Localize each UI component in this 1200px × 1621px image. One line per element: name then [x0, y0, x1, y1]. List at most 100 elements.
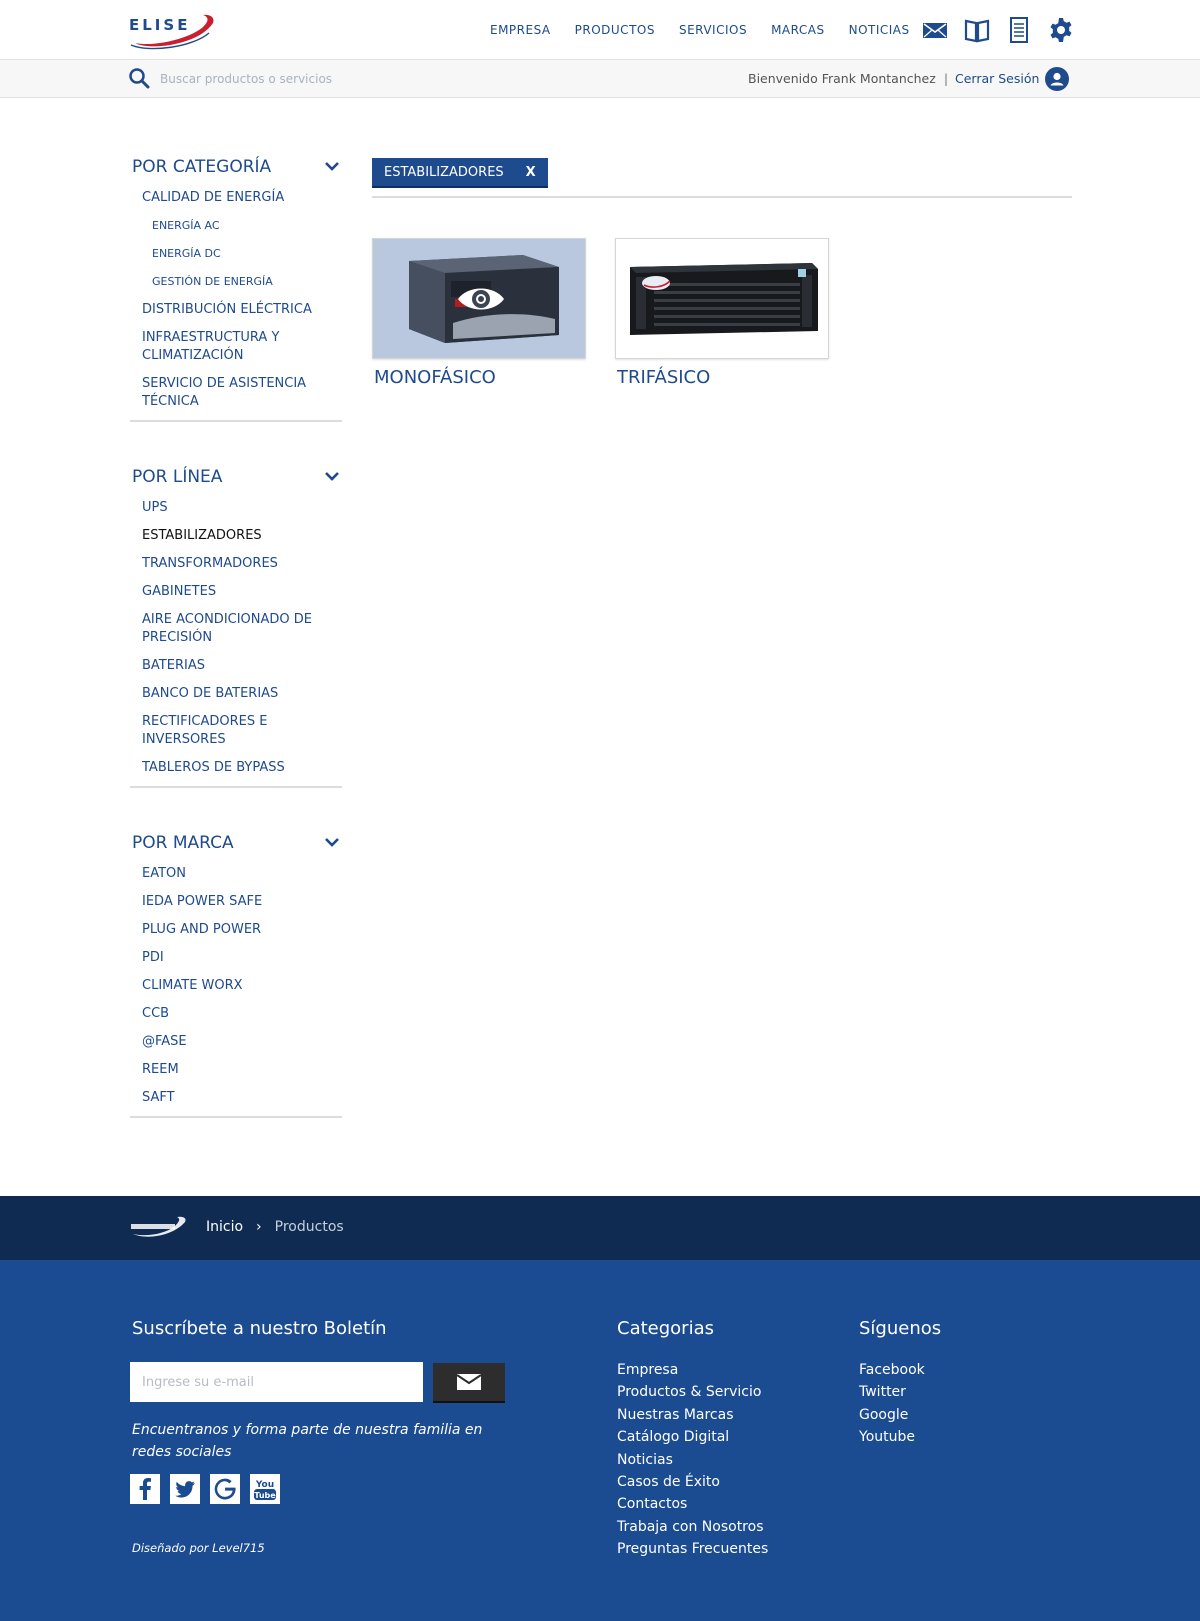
social-invite-text: Encuentranos y forma parte de nuestra fa…	[132, 1422, 483, 1460]
line-item-active[interactable]: ESTABILIZADORES	[130, 522, 342, 550]
product-card[interactable]: TRIFÁSICO	[615, 238, 829, 388]
category-item[interactable]: CALIDAD DE ENERGÍA	[130, 184, 342, 212]
logout-link[interactable]: Cerrar Sesión	[955, 71, 1039, 86]
youtube-icon[interactable]: You Tube	[250, 1474, 280, 1504]
social-icons: You Tube	[130, 1474, 290, 1504]
footer-category-link[interactable]: Casos de Éxito	[617, 1471, 768, 1493]
footer-category-link[interactable]: Preguntas Frecuentes	[617, 1538, 768, 1560]
filter-chip[interactable]: ESTABILIZADORES X	[372, 158, 548, 188]
facebook-icon[interactable]	[130, 1474, 160, 1504]
filter-brand-title: POR MARCA	[132, 833, 234, 853]
nav-empresa[interactable]: EMPRESA	[490, 23, 551, 37]
category-item[interactable]: DISTRIBUCIÓN ELÉCTRICA	[130, 296, 342, 324]
brand-item[interactable]: PDI	[130, 944, 342, 972]
category-subitem[interactable]: ENERGÍA AC	[130, 212, 342, 240]
remove-filter-button[interactable]: X	[526, 165, 536, 180]
chevron-down-icon[interactable]	[324, 158, 340, 174]
svg-text:Tube: Tube	[254, 1491, 276, 1500]
product-card[interactable]: MONOFÁSICO	[372, 238, 586, 388]
welcome-text: Bienvenido Frank Montanchez |	[748, 71, 956, 86]
line-item[interactable]: TABLEROS DE BYPASS	[130, 754, 342, 782]
follow-google-link[interactable]: Google	[859, 1404, 925, 1426]
brand-item[interactable]: EATON	[130, 860, 342, 888]
brand-item[interactable]: CCB	[130, 1000, 342, 1028]
footer-category-link[interactable]: Trabaja con Nosotros	[617, 1516, 768, 1538]
brand-item[interactable]: REEM	[130, 1056, 342, 1084]
document-icon[interactable]	[1006, 17, 1032, 43]
categories-title: Categorias	[617, 1318, 714, 1339]
newsletter-submit-button[interactable]	[433, 1363, 505, 1403]
footer-logo[interactable]	[129, 1212, 189, 1242]
footer-follow-list: Facebook Twitter Google Youtube	[859, 1359, 925, 1449]
mail-icon[interactable]	[922, 17, 948, 43]
welcome-separator: |	[943, 71, 949, 86]
footer-category-link[interactable]: Productos & Servicio	[617, 1381, 768, 1403]
brand-item[interactable]: SAFT	[130, 1084, 342, 1112]
footer-categories-list: Empresa Productos & Servicio Nuestras Ma…	[617, 1359, 768, 1561]
svg-text:You: You	[255, 1480, 274, 1490]
product-image[interactable]	[615, 238, 829, 359]
line-item[interactable]: BATERIAS	[130, 652, 342, 680]
brand-item[interactable]: @FASE	[130, 1028, 342, 1056]
line-item[interactable]: RECTIFICADORES E INVERSORES	[130, 708, 342, 754]
breadcrumb-separator: ›	[256, 1219, 262, 1235]
book-icon[interactable]	[964, 17, 990, 43]
stabilizer-trifasico-image	[630, 263, 818, 335]
breadcrumb-home[interactable]: Inicio	[206, 1219, 243, 1235]
logo-text: ELISE	[129, 16, 190, 34]
footer-category-link[interactable]: Noticias	[617, 1449, 768, 1471]
gear-icon[interactable]	[1048, 17, 1074, 43]
logo-swoosh: ELISE	[129, 14, 214, 50]
filter-line-title: POR LÍNEA	[132, 467, 223, 487]
header-icons	[922, 17, 1090, 43]
filter-category-title: POR CATEGORÍA	[132, 157, 272, 177]
category-subitem[interactable]: ENERGÍA DC	[130, 240, 342, 268]
filter-line-header[interactable]: POR LÍNEA	[130, 460, 342, 494]
product-name[interactable]: TRIFÁSICO	[615, 367, 829, 388]
brand-item[interactable]: PLUG AND POWER	[130, 916, 342, 944]
filter-category-header[interactable]: POR CATEGORÍA	[130, 150, 342, 184]
view-eye-icon[interactable]	[456, 279, 506, 319]
footer-category-link[interactable]: Contactos	[617, 1493, 768, 1515]
twitter-icon[interactable]	[170, 1474, 200, 1504]
follow-title: Síguenos	[859, 1318, 942, 1339]
nav-noticias[interactable]: NOTICIAS	[849, 23, 910, 37]
search-input[interactable]	[160, 68, 460, 90]
category-item[interactable]: SERVICIO DE ASISTENCIA TÉCNICA	[130, 370, 342, 416]
breadcrumb-current: Productos	[274, 1219, 344, 1235]
filter-brand-header[interactable]: POR MARCA	[130, 826, 342, 860]
google-icon[interactable]	[210, 1474, 240, 1504]
follow-facebook-link[interactable]: Facebook	[859, 1359, 925, 1381]
elise-logo[interactable]: ELISE	[129, 9, 219, 51]
envelope-icon	[456, 1374, 482, 1390]
user-icon[interactable]	[1045, 67, 1069, 91]
follow-twitter-link[interactable]: Twitter	[859, 1381, 925, 1403]
active-filters: ESTABILIZADORES X	[372, 158, 1072, 198]
line-item[interactable]: TRANSFORMADORES	[130, 550, 342, 578]
search-icon[interactable]	[128, 67, 150, 89]
follow-youtube-link[interactable]: Youtube	[859, 1426, 925, 1448]
newsletter-email-input[interactable]	[130, 1362, 423, 1402]
footer-category-link[interactable]: Empresa	[617, 1359, 768, 1381]
chevron-down-icon[interactable]	[324, 834, 340, 850]
nav-marcas[interactable]: MARCAS	[771, 23, 825, 37]
nav-productos[interactable]: PRODUCTOS	[575, 23, 655, 37]
brand-item[interactable]: CLIMATE WORX	[130, 972, 342, 1000]
line-item[interactable]: BANCO DE BATERIAS	[130, 680, 342, 708]
brand-item[interactable]: IEDA POWER SAFE	[130, 888, 342, 916]
main-nav: EMPRESA PRODUCTOS SERVICIOS MARCAS NOTIC…	[490, 0, 934, 60]
line-item[interactable]: GABINETES	[130, 578, 342, 606]
line-item[interactable]: UPS	[130, 494, 342, 522]
filter-group-line: POR LÍNEA UPS ESTABILIZADORES TRANSFORMA…	[130, 460, 342, 788]
footer-category-link[interactable]: Catálogo Digital	[617, 1426, 768, 1448]
nav-servicios[interactable]: SERVICIOS	[679, 23, 747, 37]
product-image[interactable]	[372, 238, 586, 359]
category-subitem[interactable]: GESTIÓN DE ENERGÍA	[130, 268, 342, 296]
line-item[interactable]: AIRE ACONDICIONADO DE PRECISIÓN	[130, 606, 342, 652]
category-item[interactable]: INFRAESTRUCTURA Y CLIMATIZACIÓN	[130, 324, 342, 370]
filter-chip-label: ESTABILIZADORES	[384, 164, 504, 180]
filter-sidebar: POR CATEGORÍA CALIDAD DE ENERGÍA ENERGÍA…	[130, 150, 342, 1156]
footer-category-link[interactable]: Nuestras Marcas	[617, 1404, 768, 1426]
product-name[interactable]: MONOFÁSICO	[372, 367, 586, 388]
chevron-down-icon[interactable]	[324, 468, 340, 484]
